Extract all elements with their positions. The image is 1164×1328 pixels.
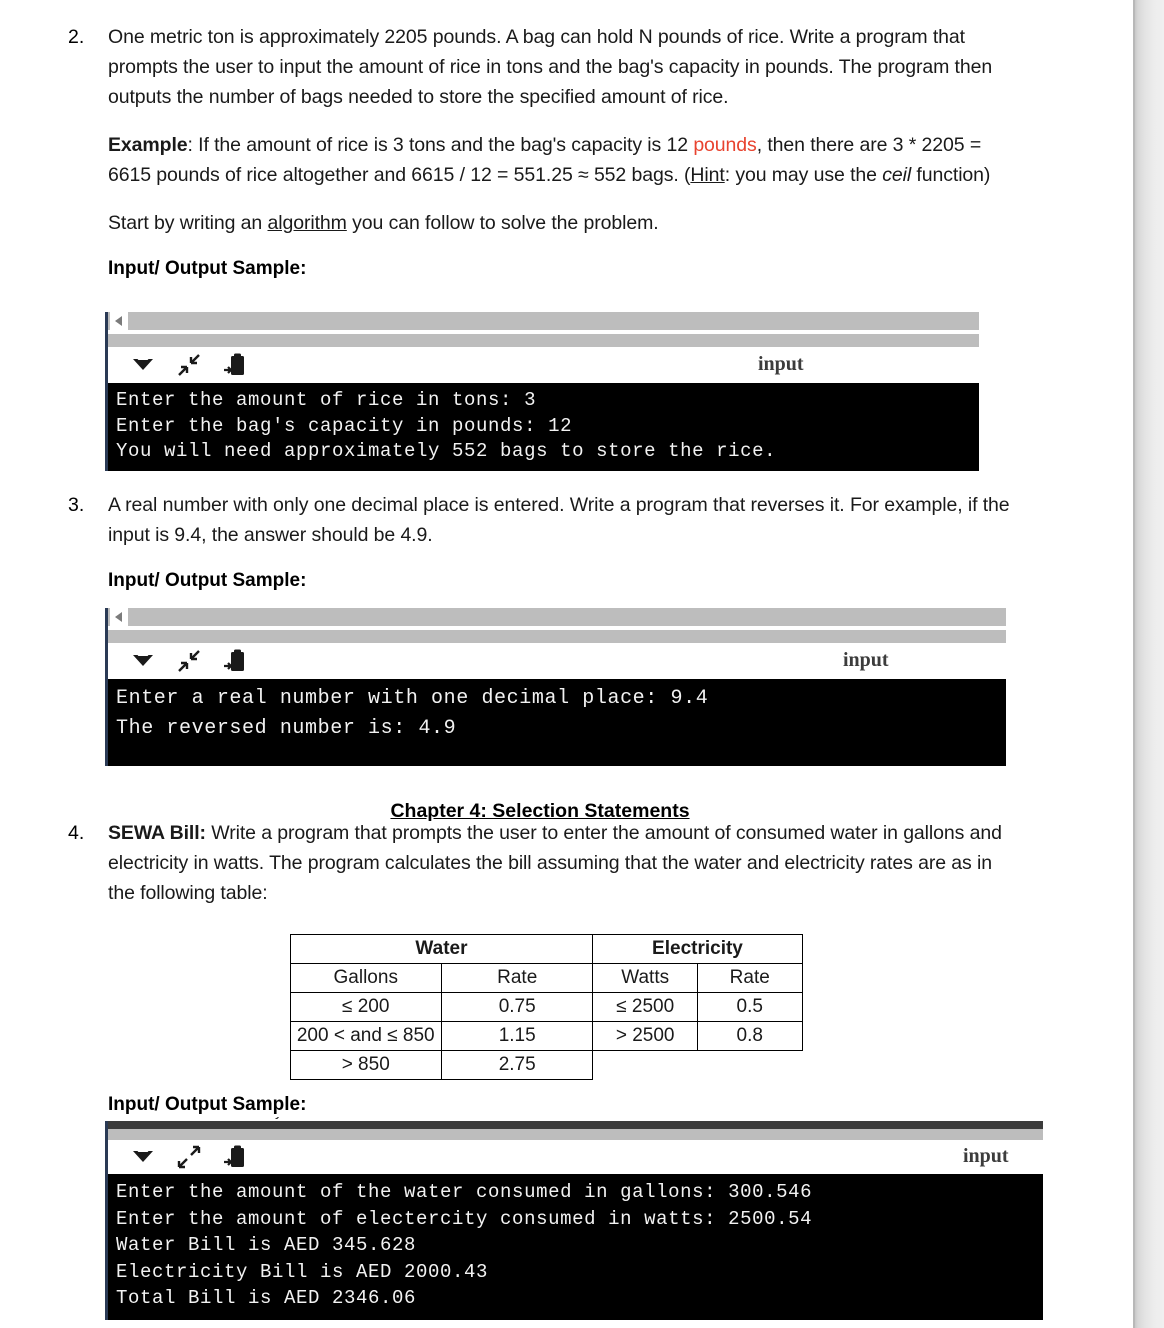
item-number-2: 2. <box>68 26 85 48</box>
item-number-3: 3. <box>68 494 85 516</box>
example-label: Example <box>108 134 188 156</box>
example-text-1: : If the amount of rice is 3 tons and th… <box>187 134 694 156</box>
cell-gallons: > 850 <box>289 1050 442 1080</box>
terminal-line: Enter the amount of electercity consumed… <box>116 1207 813 1230</box>
horizontal-scrollbar-track[interactable] <box>105 1121 1043 1129</box>
expand-icon[interactable] <box>172 1143 206 1171</box>
secondary-scrollbar[interactable] <box>105 1129 1043 1140</box>
table-row-column-headers: Gallons Rate Watts Rate <box>289 963 803 993</box>
question-item-3: 3. A real number with only one decimal p… <box>0 490 1135 604</box>
cell-water-rate: 2.75 <box>440 1050 594 1080</box>
cell-watts: > 2500 <box>592 1021 698 1051</box>
ghost-text: —— ———— — — —— —— ——— ————— —— ———— ————… <box>105 603 743 607</box>
group-header-water: Water <box>289 934 594 964</box>
example-text-3: : you may use the <box>724 164 883 186</box>
column-header-electricity-rate: Rate <box>696 963 803 993</box>
cell-electricity-rate: 0.5 <box>696 992 803 1022</box>
collapse-icon[interactable] <box>172 647 206 675</box>
item-2-statement: One metric ton is approximately 2205 pou… <box>108 26 993 108</box>
item-number-4: 4. <box>68 822 85 844</box>
terminal-line: Enter the amount of the water consumed i… <box>116 1181 813 1203</box>
chevron-down-icon[interactable] <box>126 647 160 675</box>
ghost-text: y <box>275 1117 283 1120</box>
table-row: > 850 2.75 <box>289 1050 802 1080</box>
cell-gallons: ≤ 200 <box>289 992 442 1022</box>
table-row: ≤ 200 0.75 ≤ 2500 0.5 <box>289 992 803 1022</box>
collapse-icon[interactable] <box>172 351 206 379</box>
scroll-left-arrow-icon[interactable] <box>110 312 128 330</box>
item-2-example: Example: If the amount of rice is 3 tons… <box>108 130 1015 190</box>
console-widget-4[interactable]: y input Ent <box>105 1117 1043 1320</box>
terminal-line: Water Bill is AED 345.628 <box>116 1234 417 1256</box>
document-body: 2. One metric ton is approximately 2205 … <box>0 0 1135 1320</box>
io-sample-label-4: Input/ Output Sample: <box>108 1094 307 1115</box>
secondary-scrollbar[interactable] <box>105 630 1006 643</box>
algorithm-word: algorithm <box>267 212 347 234</box>
item-3-statement: A real number with only one decimal plac… <box>108 494 1010 546</box>
horizontal-scrollbar-track[interactable] <box>105 608 1006 626</box>
console-output-2: Enter the amount of rice in tons: 3 Ente… <box>105 383 979 471</box>
cell-empty <box>593 1051 698 1080</box>
terminal-line: Total Bill is AED 2346.06 <box>116 1287 417 1309</box>
terminal-line: Enter the amount of rice in tons: 3 <box>116 389 537 411</box>
group-header-electricity: Electricity <box>592 934 803 964</box>
chevron-down-icon[interactable] <box>126 351 160 379</box>
table-row: 200 < and ≤ 850 1.15 > 2500 0.8 <box>289 1021 803 1051</box>
column-header-water-rate: Rate <box>440 963 594 993</box>
paste-icon[interactable] <box>218 1143 252 1171</box>
terminal-line: The reversed number is: 4.9 <box>116 717 457 740</box>
terminal-line: Enter a real number with one decimal pla… <box>116 687 709 710</box>
cell-empty <box>697 1051 802 1080</box>
page-right-gutter <box>1135 0 1164 1328</box>
terminal-line: You will need approximately 552 bags to … <box>116 440 777 462</box>
item-4-statement: SEWA Bill: Write a program that prompts … <box>108 818 1015 908</box>
cell-water-rate: 0.75 <box>440 992 594 1022</box>
console-widget-2[interactable]: input Enter the amount of rice in tons: … <box>105 312 979 471</box>
cell-electricity-rate: 0.8 <box>696 1021 803 1051</box>
console-toolbar[interactable]: input <box>105 347 979 383</box>
console-input-label: input <box>843 649 889 671</box>
algorithm-line-after: you can follow to solve the problem. <box>346 212 659 234</box>
example-ceil-word: ceil <box>882 164 912 186</box>
console-toolbar[interactable]: input <box>105 1140 1043 1174</box>
column-header-watts: Watts <box>592 963 698 993</box>
cell-gallons: 200 < and ≤ 850 <box>289 1021 442 1051</box>
cell-water-rate: 1.15 <box>440 1021 594 1051</box>
console-toolbar[interactable]: input <box>105 643 1006 679</box>
console-output-4: Enter the amount of the water consumed i… <box>105 1174 1043 1320</box>
item-4-text: Write a program that prompts the user to… <box>108 822 1002 904</box>
table-row-group-headers: Water Electricity <box>289 934 803 964</box>
console-output-3: Enter a real number with one decimal pla… <box>105 679 1006 766</box>
example-highlight-pounds: pounds <box>693 134 757 156</box>
rates-table-wrapper: Water Electricity Gallons Rate Watts Rat… <box>0 934 1080 1080</box>
item-2-algorithm-line: Start by writing an algorithm you can fo… <box>108 208 1015 238</box>
terminal-line: Electricity Bill is AED 2000.43 <box>116 1260 489 1283</box>
console-input-label: input <box>758 353 804 375</box>
rates-table: Water Electricity Gallons Rate Watts Rat… <box>289 934 803 1080</box>
question-item-4: 4. SEWA Bill: Write a program that promp… <box>0 818 1135 908</box>
console-widget-3[interactable]: —— ———— — — —— —— ——— ————— —— ———— ————… <box>105 603 1006 766</box>
sewa-bill-label: SEWA Bill: <box>108 822 206 844</box>
terminal-line: Enter the bag's capacity in pounds: 12 <box>116 414 573 437</box>
paste-icon[interactable] <box>218 351 252 379</box>
io-sample-label-3: Input/ Output Sample: <box>108 570 307 591</box>
algorithm-line-before: Start by writing an <box>108 212 268 234</box>
paste-icon[interactable] <box>218 647 252 675</box>
question-item-2: 2. One metric ton is approximately 2205 … <box>0 0 1135 282</box>
cell-watts: ≤ 2500 <box>592 992 698 1022</box>
io-sample-label-2: Input/ Output Sample: <box>108 258 307 279</box>
column-header-gallons: Gallons <box>289 963 442 993</box>
console-input-label: input <box>963 1145 1009 1167</box>
scroll-left-arrow-icon[interactable] <box>110 608 128 626</box>
example-text-4: function) <box>911 164 991 186</box>
secondary-scrollbar[interactable] <box>105 334 979 347</box>
chevron-down-icon[interactable] <box>126 1143 160 1171</box>
horizontal-scrollbar-track[interactable] <box>105 312 979 330</box>
example-hint-label: Hint <box>690 164 725 186</box>
